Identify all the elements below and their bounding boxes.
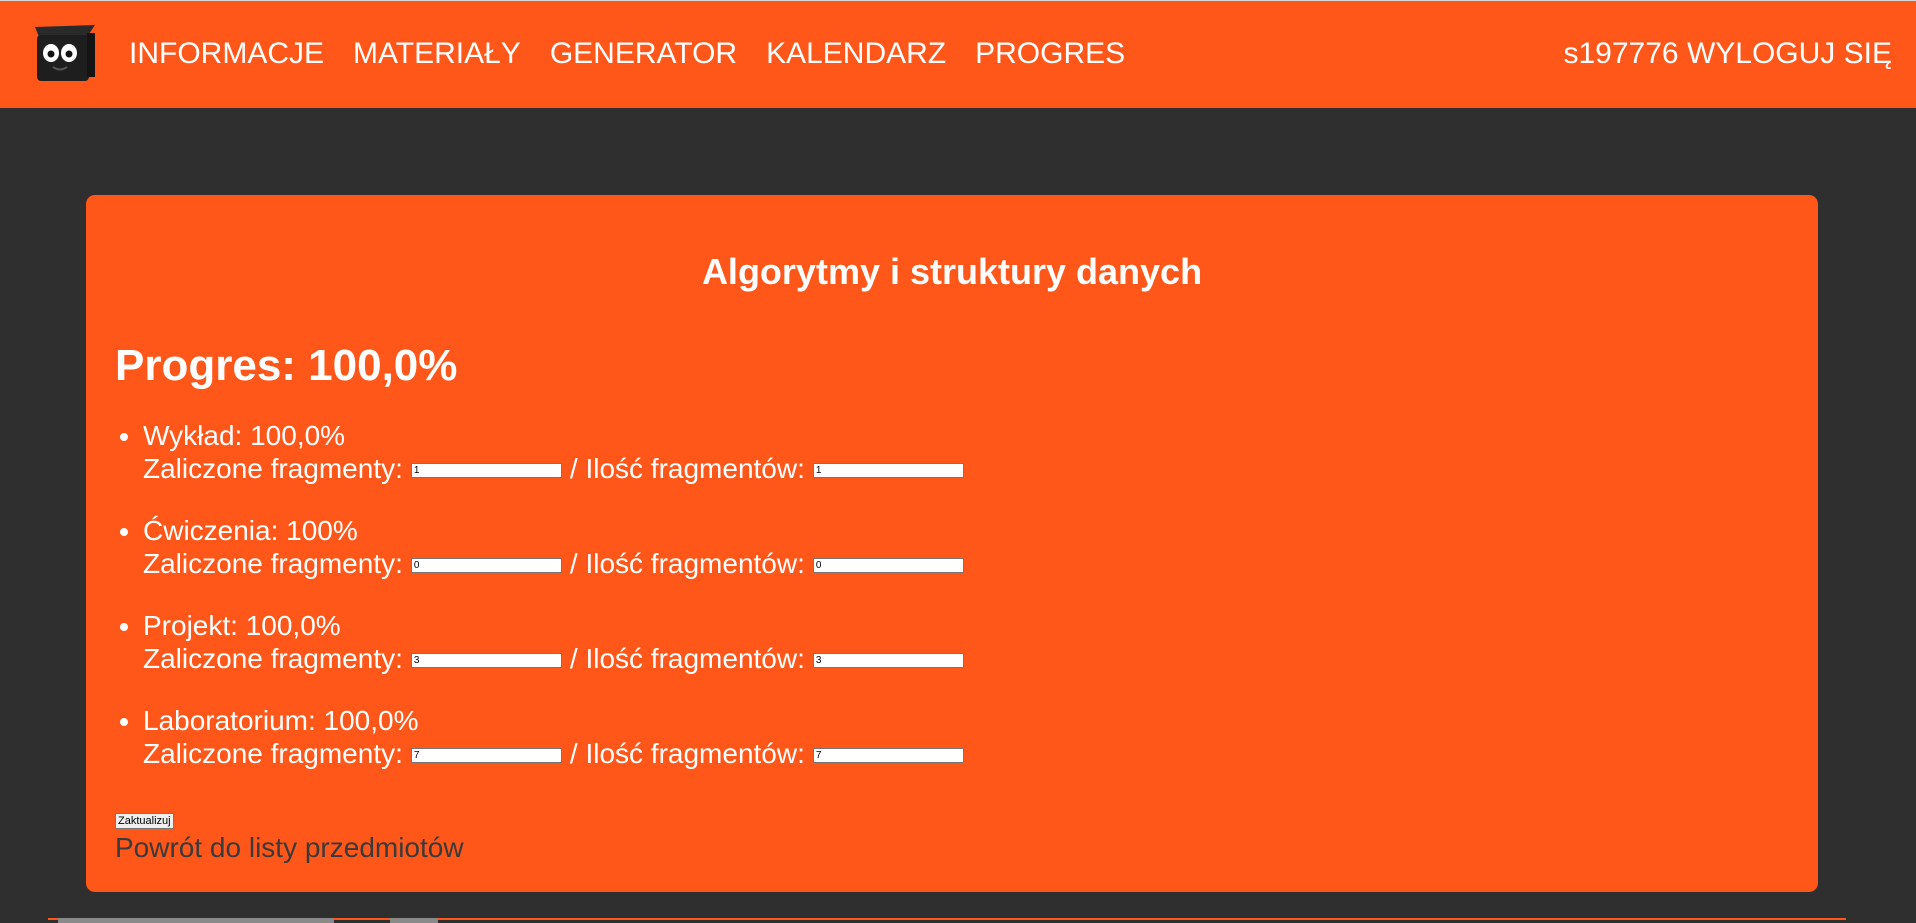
completed-label: Zaliczone fragmenty:: [143, 738, 403, 769]
owl-mascot-icon[interactable]: [29, 23, 101, 83]
horizontal-scrollbar-segment[interactable]: [390, 918, 438, 923]
main-nav: INFORMACJE MATERIAŁY GENERATOR KALENDARZ…: [129, 37, 1154, 71]
completed-input[interactable]: [410, 653, 562, 668]
component-label: Ćwiczenia: 100%: [143, 515, 358, 546]
component-label: Projekt: 100,0%: [143, 610, 341, 641]
course-title: Algorytmy i struktury danych: [701, 251, 1203, 292]
list-item: Projekt: 100,0% Zaliczone fragmenty: / I…: [143, 609, 972, 704]
fragment-row: Zaliczone fragmenty: / Ilość fragmentów:: [143, 452, 972, 485]
total-input[interactable]: [812, 558, 964, 573]
fragment-row: Zaliczone fragmenty: / Ilość fragmentów:: [143, 547, 972, 580]
course-progress-card: Algorytmy i struktury danych Progres: 10…: [86, 195, 1818, 892]
completed-label: Zaliczone fragmenty:: [143, 548, 403, 579]
fragment-row: Zaliczone fragmenty: / Ilość fragmentów:: [143, 642, 972, 675]
user-area: s197776 WYLOGUJ SIĘ: [1564, 37, 1893, 71]
completed-input[interactable]: [410, 558, 562, 573]
nav-item-materialy[interactable]: MATERIAŁY: [353, 37, 521, 71]
component-label: Wykład: 100,0%: [143, 420, 346, 451]
horizontal-scrollbar[interactable]: [58, 918, 334, 923]
list-item: Ćwiczenia: 100% Zaliczone fragmenty: / I…: [143, 514, 972, 609]
completed-label: Zaliczone fragmenty:: [143, 643, 403, 674]
component-label: Laboratorium: 100,0%: [143, 705, 419, 736]
nav-item-generator[interactable]: GENERATOR: [550, 37, 737, 71]
progress-heading: Progres: 100,0%: [115, 341, 458, 390]
nav-item-kalendarz[interactable]: KALENDARZ: [766, 37, 946, 71]
nav-item-informacje[interactable]: INFORMACJE: [129, 37, 324, 71]
completed-input[interactable]: [410, 463, 562, 478]
total-label: / Ilość fragmentów:: [569, 643, 805, 674]
total-input[interactable]: [812, 463, 964, 478]
user-id: s197776: [1563, 37, 1679, 70]
top-navigation-bar: INFORMACJE MATERIAŁY GENERATOR KALENDARZ…: [0, 0, 1916, 108]
update-button[interactable]: Zaktualizuj: [115, 813, 174, 829]
fragment-row: Zaliczone fragmenty: / Ilość fragmentów:: [143, 737, 972, 770]
list-item: Wykład: 100,0% Zaliczone fragmenty: / Il…: [143, 419, 972, 514]
total-input[interactable]: [812, 653, 964, 668]
total-label: / Ilość fragmentów:: [569, 548, 805, 579]
list-item: Laboratorium: 100,0% Zaliczone fragmenty…: [143, 704, 972, 799]
total-label: / Ilość fragmentów:: [569, 738, 805, 769]
nav-item-progres[interactable]: PROGRES: [975, 37, 1125, 71]
component-list: Wykład: 100,0% Zaliczone fragmenty: / Il…: [86, 419, 972, 799]
total-input[interactable]: [812, 748, 964, 763]
back-to-subjects-link[interactable]: Powrót do listy przedmiotów: [115, 831, 464, 864]
completed-input[interactable]: [410, 748, 562, 763]
logout-link[interactable]: WYLOGUJ SIĘ: [1687, 37, 1892, 70]
total-label: / Ilość fragmentów:: [569, 453, 805, 484]
completed-label: Zaliczone fragmenty:: [143, 453, 403, 484]
